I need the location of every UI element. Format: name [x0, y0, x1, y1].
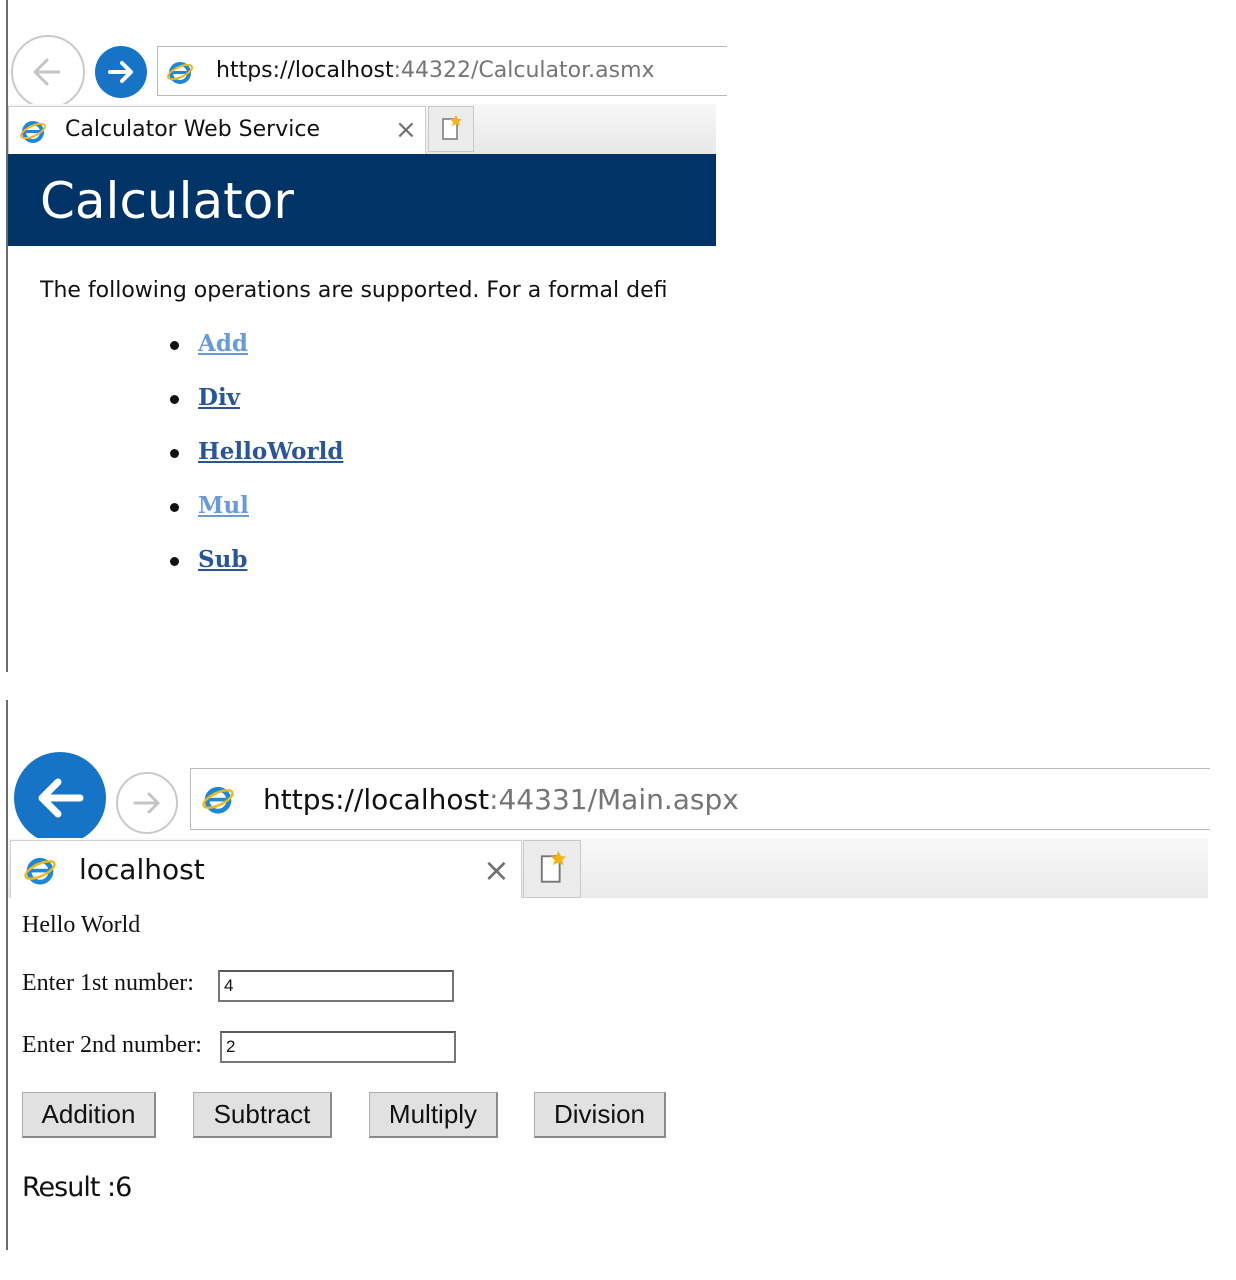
second-number-label: Enter 2nd number:	[22, 1032, 202, 1058]
ie-logo-icon	[20, 121, 46, 143]
address-url: https://localhost:44322/Calculator.asmx	[216, 58, 655, 83]
url-host: https://localhost	[263, 783, 490, 816]
back-button[interactable]	[11, 35, 85, 109]
calculator-service-window: https://localhost:44322/Calculator.asmx …	[0, 0, 727, 672]
back-button[interactable]	[14, 752, 106, 844]
first-number-label: Enter 1st number:	[22, 970, 194, 996]
close-icon[interactable]: ×	[483, 851, 510, 889]
tab-title: Calculator Web Service	[65, 117, 320, 142]
ie-logo-icon	[202, 786, 234, 814]
back-arrow-icon	[33, 58, 61, 86]
forward-arrow-icon	[108, 61, 133, 83]
address-bar[interactable]: https://localhost:44331/Main.aspx	[190, 768, 1210, 830]
address-bar[interactable]: https://localhost:44322/Calculator.asmx	[157, 46, 727, 96]
addition-button[interactable]: Addition	[22, 1092, 156, 1138]
bullet	[170, 503, 179, 512]
operation-link-div[interactable]: Div	[198, 384, 240, 411]
bullet	[170, 395, 179, 404]
result-text: Result :6	[22, 1172, 132, 1203]
page-banner: Calculator	[8, 154, 716, 246]
ie-logo-icon	[24, 857, 56, 885]
url-path: :44331/Main.aspx	[489, 783, 739, 816]
operation-link-add[interactable]: Add	[198, 330, 248, 357]
subtract-button[interactable]: Subtract	[193, 1092, 332, 1138]
window-border	[6, 700, 8, 1250]
forward-button[interactable]	[116, 772, 178, 834]
ie-logo-icon	[167, 62, 193, 84]
page-title: Calculator	[40, 172, 294, 230]
tab-calculator-web-service[interactable]: Calculator Web Service ×	[8, 106, 426, 154]
multiply-button[interactable]: Multiply	[369, 1092, 498, 1138]
window-border	[6, 0, 8, 672]
forward-button[interactable]	[95, 46, 147, 98]
bullet	[170, 449, 179, 458]
url-path: :44322/Calculator.asmx	[393, 58, 655, 83]
new-tab-icon	[442, 115, 462, 140]
new-tab-icon	[540, 851, 566, 883]
bullet	[170, 341, 179, 350]
division-button[interactable]: Division	[534, 1092, 666, 1138]
url-host: https://localhost	[216, 58, 394, 83]
second-number-input[interactable]	[220, 1031, 456, 1063]
new-tab-button[interactable]	[523, 840, 581, 898]
new-tab-button[interactable]	[428, 106, 474, 152]
first-number-input[interactable]	[218, 970, 454, 1002]
forward-arrow-icon	[133, 792, 160, 814]
tab-localhost[interactable]: localhost ×	[10, 840, 522, 898]
operation-link-sub[interactable]: Sub	[198, 546, 247, 573]
main-page-window: https://localhost:44331/Main.aspx localh…	[0, 700, 1236, 1280]
bullet	[170, 557, 179, 566]
close-icon[interactable]: ×	[395, 115, 417, 145]
hello-world-text: Hello World	[22, 912, 141, 938]
tab-title: localhost	[79, 853, 205, 886]
operation-link-helloworld[interactable]: HelloWorld	[198, 438, 343, 465]
operation-link-mul[interactable]: Mul	[198, 492, 249, 519]
back-arrow-icon	[38, 778, 84, 818]
intro-text: The following operations are supported. …	[40, 278, 668, 303]
address-url: https://localhost:44331/Main.aspx	[263, 783, 739, 816]
